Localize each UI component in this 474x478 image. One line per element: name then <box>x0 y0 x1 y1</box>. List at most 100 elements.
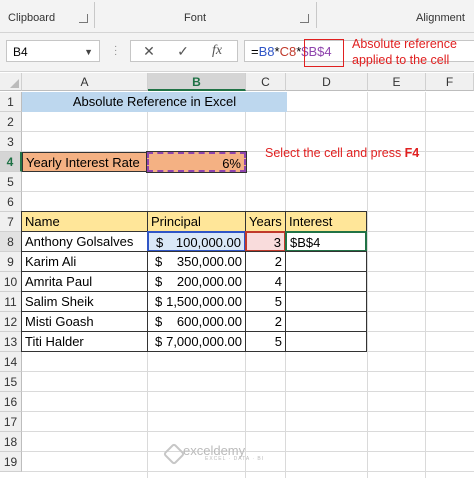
table-cell-name[interactable]: Salim Sheik <box>21 291 148 312</box>
row-header-15[interactable]: 15 <box>0 372 22 392</box>
instruction-text: Select the cell and press <box>265 146 405 160</box>
table-cell-interest[interactable] <box>285 251 367 272</box>
currency-symbol: $ <box>155 334 163 349</box>
table-cell-interest[interactable] <box>285 311 367 332</box>
row-header-17[interactable]: 17 <box>0 412 22 432</box>
row-header-11[interactable]: 11 <box>0 292 22 312</box>
currency-symbol: $ <box>155 314 163 329</box>
sheet-title-cell[interactable]: Absolute Reference in Excel <box>22 92 287 112</box>
column-header-e[interactable]: E <box>368 73 426 91</box>
select-all-triangle-icon <box>10 79 19 88</box>
font-launcher-icon[interactable] <box>300 14 309 23</box>
table-cell-name[interactable]: Misti Goash <box>21 311 148 332</box>
exceldemy-watermark: exceldemy EXCEL · DATA · BI <box>183 443 264 462</box>
instruction-note: Select the cell and press F4 <box>265 146 419 160</box>
font-group-label: Font <box>184 12 207 24</box>
currency-symbol: $ <box>155 274 163 289</box>
absolute-reference-callout: Absolute reference applied to the cell <box>352 36 474 68</box>
row-header-5[interactable]: 5 <box>0 172 22 192</box>
table-cell-name[interactable]: Titi Halder <box>21 331 148 352</box>
principal-value: 200,000.00 <box>176 274 242 289</box>
callout-line-2: applied to the cell <box>352 53 450 67</box>
header-principal[interactable]: Principal <box>147 211 246 232</box>
table-cell-years[interactable]: 2 <box>245 311 286 332</box>
table-cell-years[interactable]: 5 <box>245 291 286 312</box>
principal-value: 350,000.00 <box>176 254 242 269</box>
column-header-b[interactable]: B <box>148 73 246 91</box>
callout-line-1: Absolute reference <box>352 37 457 51</box>
drag-handle-icon[interactable]: · · · <box>114 42 117 60</box>
principal-value: 7,000,000.00 <box>166 334 242 349</box>
row-header-10[interactable]: 10 <box>0 272 22 292</box>
column-header-a[interactable]: A <box>22 73 148 91</box>
row-header-13[interactable]: 13 <box>0 332 22 352</box>
gridline <box>22 191 474 192</box>
row-header-3[interactable]: 3 <box>0 132 22 152</box>
gridline <box>22 411 474 412</box>
exceldemy-logo-icon <box>162 442 186 466</box>
insert-function-icon[interactable]: fx <box>202 40 232 62</box>
table-cell-interest[interactable] <box>285 291 367 312</box>
ribbon-separator <box>94 2 95 28</box>
table-cell-years[interactable]: 5 <box>245 331 286 352</box>
table-cell-interest[interactable] <box>285 331 367 352</box>
header-years[interactable]: Years <box>245 211 286 232</box>
watermark-tagline: EXCEL · DATA · BI <box>205 456 265 462</box>
table-cell-principal[interactable]: $100,000.00 <box>147 231 246 252</box>
table-cell-years[interactable]: 4 <box>245 271 286 292</box>
ribbon-separator <box>316 2 317 28</box>
table-cell-principal[interactable]: $200,000.00 <box>147 271 246 292</box>
highlight-box <box>304 39 344 67</box>
table-cell-principal[interactable]: $1,500,000.00 <box>147 291 246 312</box>
row-header-8[interactable]: 8 <box>0 232 22 252</box>
gridline <box>22 131 474 132</box>
cancel-icon[interactable]: ✕ <box>134 40 164 62</box>
formula-ref-b8: B8 <box>258 44 275 59</box>
clipboard-launcher-icon[interactable] <box>79 14 88 23</box>
row-header-19[interactable]: 19 <box>0 452 22 472</box>
table-cell-interest[interactable] <box>285 271 367 292</box>
alignment-group-label: Alignment <box>416 12 465 24</box>
table-cell-name[interactable]: Amrita Paul <box>21 271 148 292</box>
column-header-f[interactable]: F <box>426 73 474 91</box>
gridline <box>22 471 474 472</box>
active-cell-interest[interactable]: $B$4 <box>285 231 367 252</box>
principal-value: 1,500,000.00 <box>166 294 242 309</box>
row-header-18[interactable]: 18 <box>0 432 22 452</box>
table-cell-years[interactable]: 2 <box>245 251 286 272</box>
gridline <box>22 391 474 392</box>
header-name[interactable]: Name <box>21 211 148 232</box>
chevron-down-icon[interactable]: ▼ <box>84 41 93 63</box>
gridline <box>22 371 474 372</box>
column-header-d[interactable]: D <box>286 73 368 91</box>
header-interest[interactable]: Interest <box>285 211 367 232</box>
row-header-7[interactable]: 7 <box>0 212 22 232</box>
row-header-12[interactable]: 12 <box>0 312 22 332</box>
row-header-2[interactable]: 2 <box>0 112 22 132</box>
table-cell-principal[interactable]: $7,000,000.00 <box>147 331 246 352</box>
clipboard-group-label: Clipboard <box>8 12 56 24</box>
rate-value-cell[interactable]: 6% <box>146 151 247 173</box>
principal-value: 600,000.00 <box>176 314 242 329</box>
principal-value: 100,000.00 <box>175 235 241 250</box>
table-cell-principal[interactable]: $350,000.00 <box>147 251 246 272</box>
row-header-9[interactable]: 9 <box>0 252 22 272</box>
row-header-14[interactable]: 14 <box>0 352 22 372</box>
table-cell-name[interactable]: Karim Ali <box>21 251 148 272</box>
row-header-16[interactable]: 16 <box>0 392 22 412</box>
table-cell-name[interactable]: Anthony Golsalves <box>21 231 148 252</box>
gridline <box>425 92 426 478</box>
table-cell-principal[interactable]: $600,000.00 <box>147 311 246 332</box>
row-header-4[interactable]: 4 <box>0 152 22 172</box>
row-header-6[interactable]: 6 <box>0 192 22 212</box>
currency-symbol: $ <box>155 294 163 309</box>
rate-label-cell[interactable]: Yearly Interest Rate <box>22 152 148 172</box>
table-cell-years[interactable]: 3 <box>245 231 286 252</box>
column-header-c[interactable]: C <box>246 73 286 91</box>
name-box[interactable]: B4 ▼ <box>6 40 100 62</box>
select-all-corner[interactable] <box>0 73 22 91</box>
row-header-1[interactable]: 1 <box>0 92 22 112</box>
gridline <box>22 431 474 432</box>
currency-symbol: $ <box>156 235 164 250</box>
enter-icon[interactable]: ✓ <box>168 40 198 62</box>
